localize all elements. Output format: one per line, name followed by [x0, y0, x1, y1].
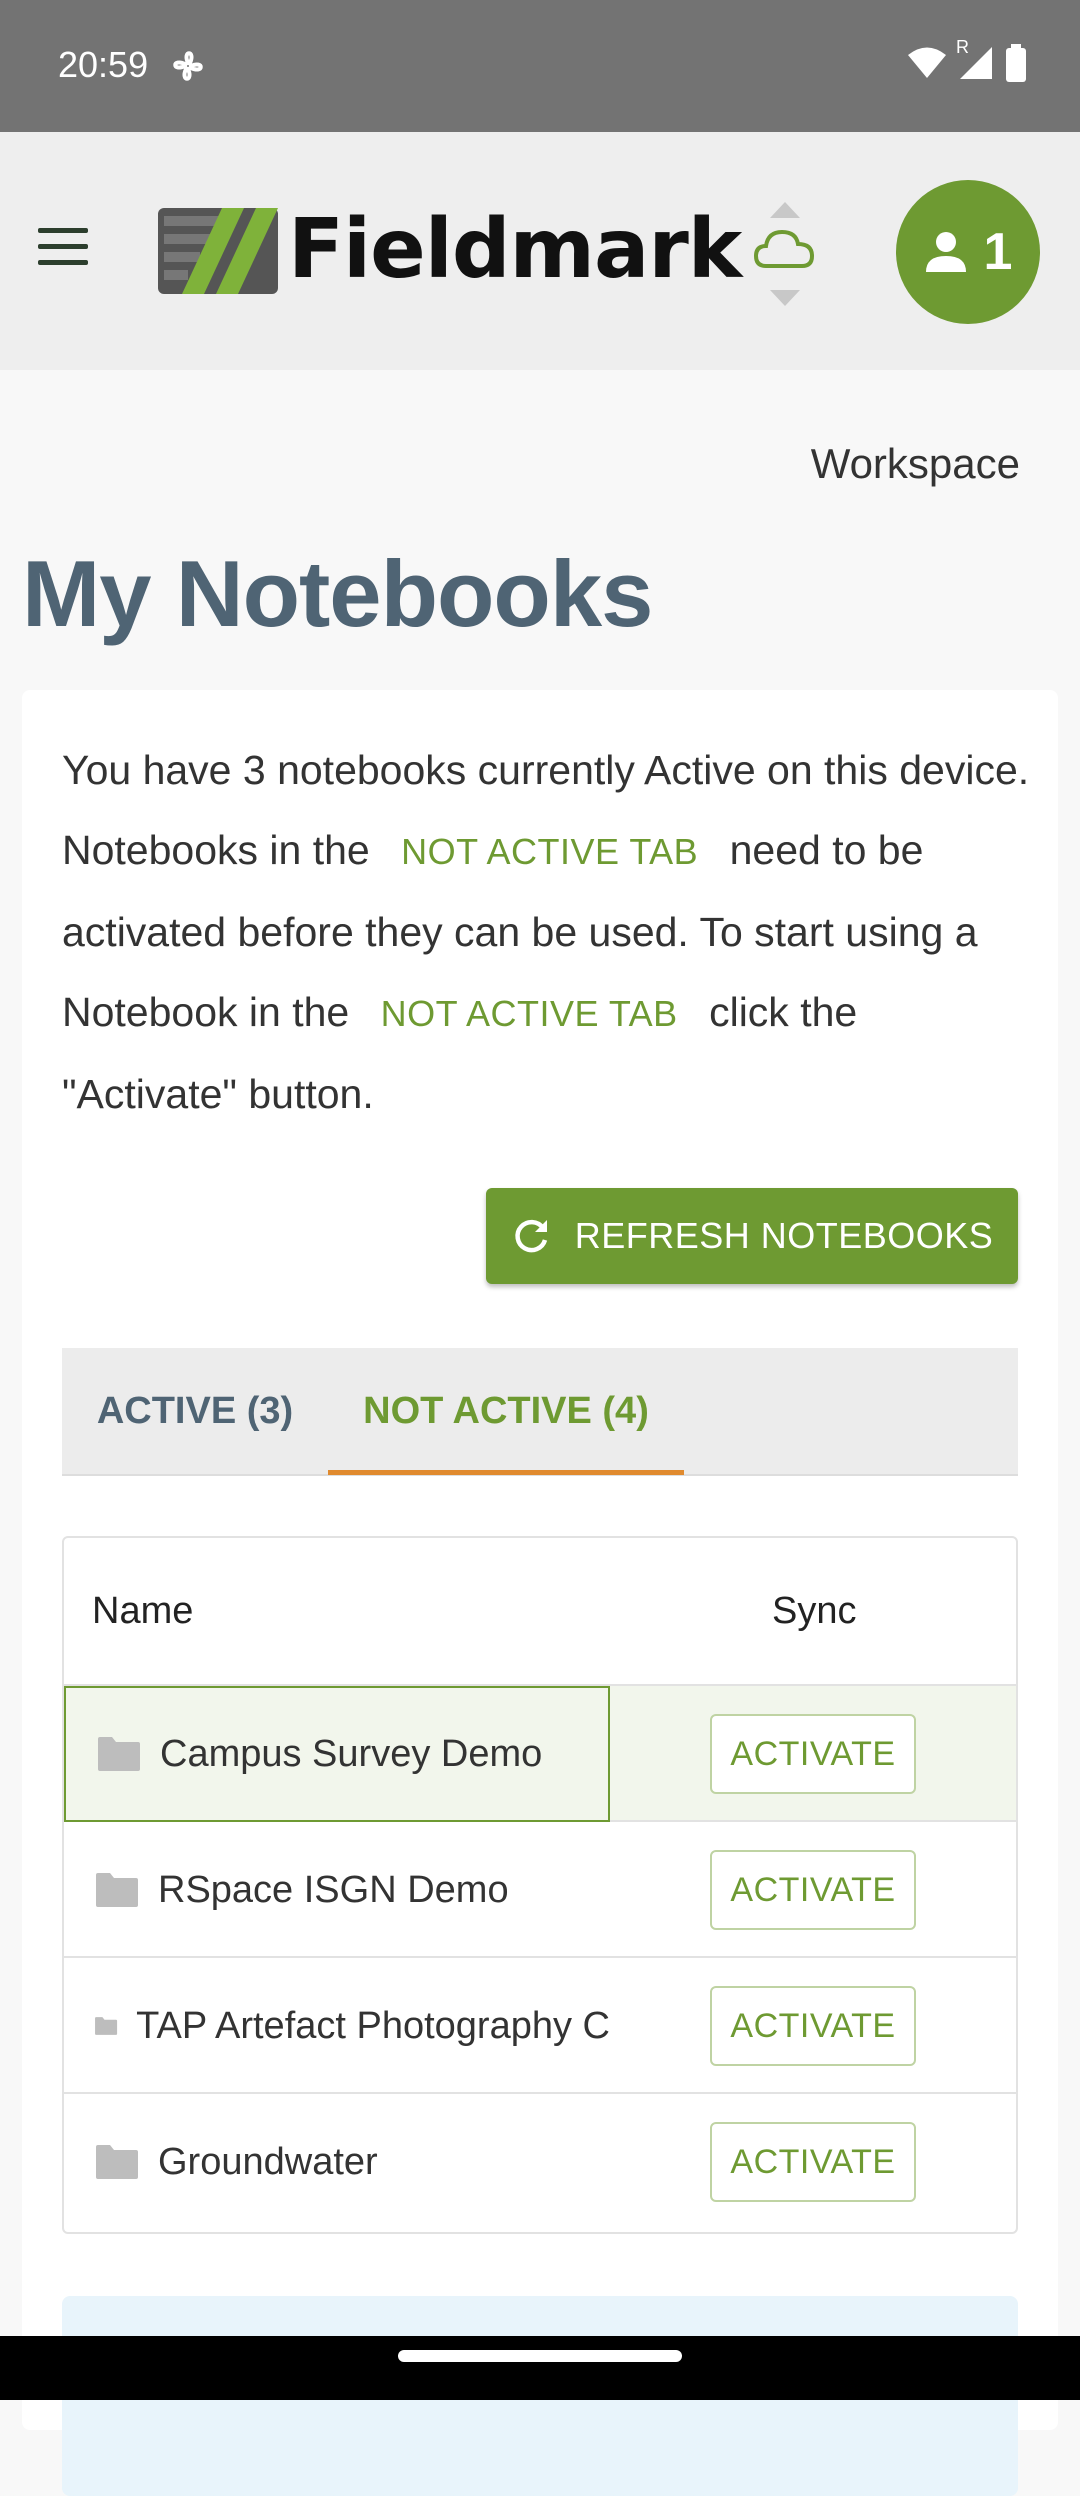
sync-status-indicator[interactable] [752, 200, 818, 308]
status-bar: 20:59 R [0, 0, 1080, 132]
fieldmark-logo-icon [158, 207, 278, 294]
notebooks-card: You have 3 notebooks currently Active on… [22, 690, 1058, 2496]
activate-button[interactable]: ACTIVATE [710, 1850, 916, 1930]
notebook-name-cell[interactable]: RSpace ISGN Demo [64, 1822, 610, 1958]
activate-button[interactable]: ACTIVATE [710, 1714, 916, 1794]
user-account-button[interactable]: 1 [896, 180, 1040, 324]
tab-selected-indicator [328, 1470, 684, 1475]
notebook-name-cell[interactable]: Groundwater [64, 2094, 610, 2230]
roaming-indicator: R [956, 37, 969, 57]
wifi-icon [906, 46, 948, 85]
user-count: 1 [983, 223, 1013, 281]
folder-icon [96, 2145, 138, 2179]
tab-active[interactable]: ACTIVE (3) [62, 1348, 328, 1474]
app-name: Fieldmark [288, 202, 742, 297]
refresh-notebooks-label: REFRESH NOTEBOOKS [574, 1215, 994, 1256]
column-header-sync[interactable]: Sync [772, 1590, 856, 1633]
app-bar: Fieldmark 1 [0, 132, 1080, 370]
activate-button[interactable]: ACTIVATE [710, 1986, 916, 2066]
column-header-name[interactable]: Name [92, 1590, 193, 1633]
table-row[interactable]: Groundwater ACTIVATE [64, 2094, 1016, 2230]
refresh-icon [515, 1219, 547, 1253]
not-active-tab-link-2[interactable]: Not Active tab [361, 993, 698, 1034]
notebook-name: Groundwater [158, 2140, 378, 2183]
fan-icon [168, 46, 208, 91]
system-nav-bar [0, 2336, 1080, 2400]
signal-icon: R [956, 37, 994, 86]
tab-not-active[interactable]: NOT ACTIVE (4) [328, 1348, 684, 1474]
notebook-name-cell[interactable]: Campus Survey Demo [64, 1686, 610, 1822]
person-icon [925, 232, 966, 272]
folder-icon [95, 2017, 118, 2035]
folder-icon [98, 1737, 140, 1771]
activate-button[interactable]: ACTIVATE [710, 2122, 916, 2202]
refresh-notebooks-button[interactable]: REFRESH NOTEBOOKS [486, 1188, 1018, 1284]
intro-text: You have 3 notebooks currently Active on… [62, 730, 1042, 1134]
fieldmark-logo[interactable]: Fieldmark [158, 202, 742, 297]
notebooks-table: Name Sync Campus Survey Demo ACTIVATE RS… [62, 1536, 1018, 2234]
breadcrumb[interactable]: Workspace [811, 440, 1020, 488]
status-time: 20:59 [58, 44, 149, 85]
notebook-name: Campus Survey Demo [160, 1732, 543, 1775]
notebook-name-cell[interactable]: TAP Artefact Photography C [64, 1958, 610, 2094]
table-row[interactable]: RSpace ISGN Demo ACTIVATE [64, 1822, 1016, 1958]
notebook-name: TAP Artefact Photography C [136, 2004, 610, 2047]
table-row[interactable]: Campus Survey Demo ACTIVATE [64, 1686, 1016, 1822]
battery-icon [1004, 44, 1028, 87]
notebook-tabs: ACTIVE (3) NOT ACTIVE (4) [62, 1348, 1018, 1476]
folder-icon [96, 1873, 138, 1907]
table-row[interactable]: TAP Artefact Photography C ACTIVATE [64, 1958, 1016, 2094]
hamburger-menu-icon[interactable] [38, 228, 88, 268]
not-active-tab-link[interactable]: Not Active tab [381, 831, 718, 872]
home-gesture-handle[interactable] [398, 2350, 682, 2362]
table-header: Name Sync [64, 1538, 1016, 1686]
notebook-name: RSpace ISGN Demo [158, 1868, 509, 1911]
page-title: My Notebooks [22, 541, 653, 646]
